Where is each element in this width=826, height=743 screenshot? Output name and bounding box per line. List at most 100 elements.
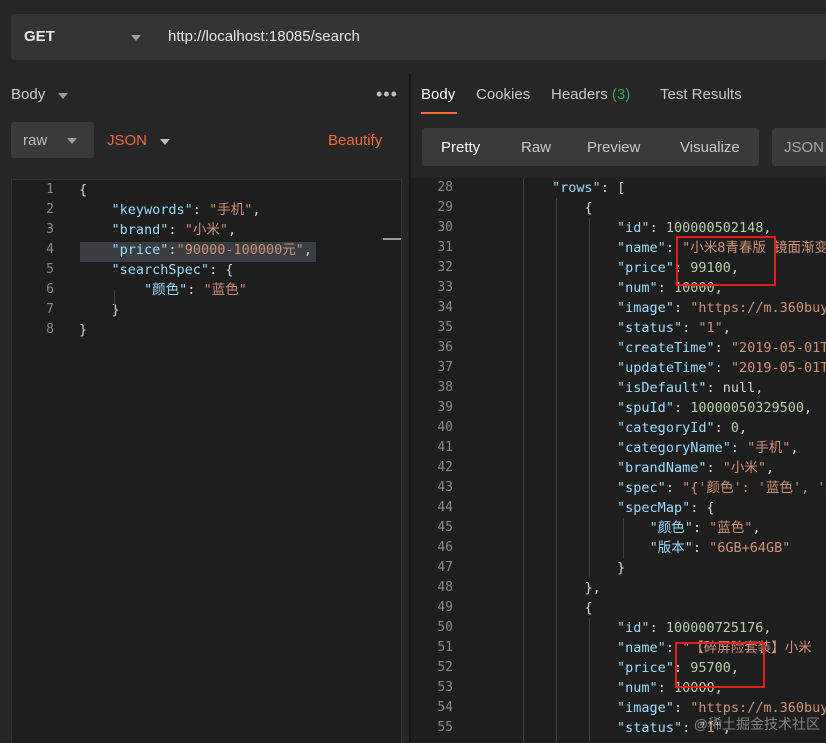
indent-guide [523, 178, 524, 742]
code-token: "image" [617, 300, 674, 316]
tab-test-results[interactable]: Test Results [660, 86, 742, 103]
code-line: "createTime": "2019-05-01T08:00:00" [487, 338, 826, 358]
active-tab-indicator [421, 112, 457, 114]
code-token: : [ [600, 180, 626, 196]
code-token: } [79, 322, 88, 338]
request-body-editor[interactable]: 1 2 3 4 5 6 7 8 { "keywords": "手机", "brand": "小… [11, 179, 402, 743]
code-token: , [252, 202, 261, 218]
line-number: 39 [437, 400, 453, 415]
code-line: "image": "https://m.360buyimg.com [487, 298, 826, 318]
code-token: , [227, 222, 237, 238]
tab-body[interactable]: Body [11, 86, 45, 103]
code-token: : [673, 300, 691, 316]
code-token: "image" [617, 700, 674, 716]
code-token: "num" [617, 680, 658, 696]
code-token: , [752, 520, 761, 536]
code-token: 100000502148 [665, 220, 764, 236]
response-format-select[interactable]: JSON [772, 128, 826, 166]
code-line: "searchSpec": { [79, 260, 234, 280]
line-number: 35 [437, 320, 453, 335]
line-number: 38 [437, 380, 453, 395]
line-number: 44 [437, 500, 453, 515]
code-token: : [649, 620, 666, 636]
code-token: "https://m.360buyimg.com [690, 300, 826, 316]
code-token: : [649, 220, 666, 236]
indent-guide [556, 198, 557, 742]
code-token: , [804, 400, 813, 416]
view-visualize[interactable]: Visualize [680, 139, 740, 156]
url-input[interactable]: http://localhost:18085/search [155, 14, 826, 60]
line-number: 1 [46, 182, 54, 197]
chevron-down-icon[interactable] [58, 93, 68, 99]
view-preview[interactable]: Preview [587, 139, 640, 156]
code-token: "brand" [111, 222, 169, 238]
chevron-down-icon[interactable] [160, 139, 170, 145]
content-type-select[interactable]: JSON [107, 132, 147, 149]
body-mode-select[interactable]: raw [11, 122, 94, 158]
indent-guide [589, 218, 590, 578]
code-token: "num" [617, 280, 658, 296]
code-token: "categoryName" [617, 440, 731, 456]
tab-headers[interactable]: Headers (3) [551, 86, 630, 103]
code-token: "小米" [722, 460, 766, 476]
headers-count-badge: (3) [611, 86, 631, 103]
code-token: : [187, 282, 204, 298]
code-token: "price" [617, 660, 674, 676]
code-token: "createTime" [617, 340, 715, 356]
code-token: "keywords" [111, 202, 193, 218]
tab-cookies[interactable]: Cookies [476, 86, 530, 103]
code-token: : [192, 202, 210, 218]
code-token: "颜色" [144, 282, 188, 298]
indent-guide [589, 618, 590, 742]
code-token: }, [487, 580, 601, 596]
line-number: 2 [46, 202, 54, 217]
code-line: { [487, 198, 593, 218]
code-token: "brandName" [617, 460, 707, 476]
method-label: GET [24, 28, 55, 45]
code-token: "手机" [209, 202, 253, 218]
code-token: "6GB+64GB" [709, 540, 791, 556]
code-line: } [79, 320, 87, 340]
line-number: 37 [437, 360, 453, 375]
code-line: "categoryId": 0, [487, 418, 747, 438]
more-options-icon[interactable]: ••• [376, 84, 398, 105]
line-number: 6 [46, 282, 54, 297]
line-number: 45 [437, 520, 453, 535]
code-token: "小米" [184, 222, 228, 238]
line-number: 40 [437, 420, 453, 435]
code-token: "spec" [617, 480, 666, 496]
indent-guide [114, 290, 115, 310]
code-line: "brandName": "小米", [487, 458, 774, 478]
code-token: "price" [111, 242, 169, 258]
code-token: : { [209, 262, 234, 278]
code-token: "蓝色" [709, 520, 753, 536]
code-line: "id": 100000725176, [487, 618, 771, 638]
line-number: 5 [46, 262, 54, 277]
chevron-down-icon [131, 35, 141, 41]
code-token: { [79, 182, 88, 198]
view-pretty[interactable]: Pretty [441, 139, 480, 156]
line-numbers: 1 2 3 4 5 6 7 8 [12, 180, 65, 743]
scrollbar-thumb[interactable] [383, 238, 401, 240]
tab-response-body[interactable]: Body [421, 86, 455, 103]
code-token: : { [690, 500, 715, 516]
code-token: "2019-05-01T08:00:00" [730, 340, 826, 356]
code-token: "specMap" [617, 500, 691, 516]
response-body-viewer[interactable]: 28 29 30 31 32 33 34 35 36 37 38 39 40 41 42 43 44 45 46 47… [411, 178, 826, 742]
url-text: http://localhost:18085/search [168, 28, 360, 45]
view-raw[interactable]: Raw [521, 139, 551, 156]
line-number: 51 [437, 640, 453, 655]
line-number: 29 [437, 200, 453, 215]
beautify-button[interactable]: Beautify [328, 132, 382, 149]
line-number: 49 [437, 600, 453, 615]
code-token: "price" [617, 260, 674, 276]
line-number: 33 [437, 280, 453, 295]
method-select[interactable]: GET [11, 14, 155, 60]
indent-guide [623, 518, 624, 558]
